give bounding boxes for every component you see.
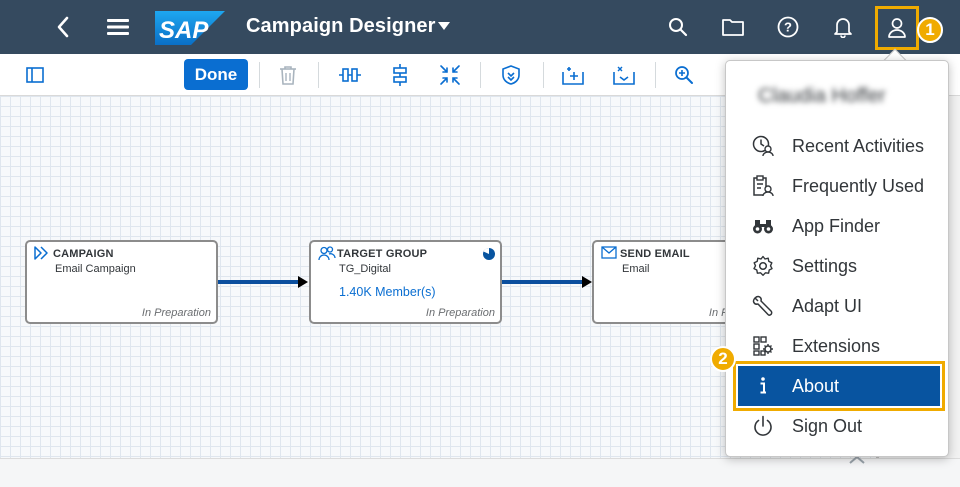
delete-icon[interactable]	[277, 54, 299, 96]
recent-activities-icon	[748, 126, 778, 166]
envelope-icon	[601, 246, 617, 264]
target-group-icon	[318, 246, 336, 266]
zoom-in-icon[interactable]	[672, 54, 696, 96]
extensions-icon	[748, 326, 778, 366]
inbox-icon[interactable]	[612, 54, 636, 96]
node-status: In Preparation	[425, 307, 495, 319]
menu-item-extensions[interactable]: Extensions	[738, 326, 940, 366]
menu-item-frequently-used[interactable]: Frequently Used	[738, 166, 940, 206]
search-icon[interactable]	[666, 0, 690, 54]
toolbar-separator	[480, 62, 481, 88]
step-badge-1: 1	[917, 17, 943, 43]
menu-item-adapt-ui[interactable]: Adapt UI	[738, 286, 940, 326]
svg-text:SAP: SAP	[159, 17, 209, 44]
toolbar-separator	[543, 62, 544, 88]
menu-item-recent-activities[interactable]: Recent Activities	[738, 126, 940, 166]
campaign-node[interactable]: CAMPAIGN Email Campaign In Preparation	[25, 240, 218, 324]
binoculars-icon	[748, 206, 778, 246]
app-title[interactable]: Campaign Designer	[246, 15, 436, 38]
menu-item-app-finder[interactable]: App Finder	[738, 206, 940, 246]
menu-item-label: Sign Out	[792, 415, 863, 436]
shield-check-icon[interactable]	[500, 54, 522, 96]
menu-item-label: Recent Activities	[792, 135, 925, 156]
side-panel-icon[interactable]	[24, 54, 46, 96]
menu-item-label: App Finder	[792, 215, 881, 236]
title-dropdown-icon[interactable]	[438, 22, 450, 30]
menu-item-label: About	[792, 375, 840, 396]
toolbar-separator	[655, 62, 656, 88]
node-title: SEND EMAIL	[620, 248, 690, 260]
align-horizontal-icon[interactable]	[338, 54, 362, 96]
connector-line	[502, 280, 582, 284]
node-subtitle: Email	[622, 263, 650, 275]
menu-item-sign-out[interactable]: Sign Out	[738, 406, 940, 446]
target-group-node[interactable]: TARGET GROUP TG_Digital 1.40K Member(s) …	[309, 240, 502, 324]
menu-item-label: Settings	[792, 255, 858, 276]
node-title: CAMPAIGN	[53, 248, 114, 260]
add-step-icon[interactable]	[561, 54, 585, 96]
connector-line	[218, 280, 300, 284]
node-subtitle: Email Campaign	[55, 263, 136, 275]
campaign-icon	[34, 246, 50, 265]
footer-bar	[0, 458, 960, 487]
app-window: SAP Campaign Designer ? 1 Done CAMPAIGN …	[0, 0, 960, 487]
user-name: Claudia Hoffer	[758, 85, 886, 107]
info-icon	[748, 366, 778, 406]
done-button[interactable]: Done	[184, 59, 248, 90]
user-menu-button[interactable]	[875, 6, 919, 50]
frequently-used-icon	[748, 166, 778, 206]
gear-icon	[748, 246, 778, 286]
menu-item-label: Extensions	[792, 335, 881, 356]
collapse-icon[interactable]	[438, 54, 462, 96]
connector-arrow	[582, 276, 592, 288]
toolbar-separator	[318, 62, 319, 88]
user-action-menu: Claudia Hoffer Recent Activities Frequen…	[725, 60, 949, 457]
wrench-icon	[748, 286, 778, 326]
menu-item-label: Adapt UI	[792, 295, 863, 316]
connector-arrow	[298, 276, 308, 288]
svg-text:?: ?	[784, 20, 792, 35]
power-icon	[748, 406, 778, 446]
menu-icon[interactable]	[104, 0, 132, 54]
menu-item-about[interactable]: About	[733, 361, 945, 411]
node-subtitle: TG_Digital	[339, 263, 391, 275]
step-badge-2: 2	[710, 346, 736, 372]
menu-item-label: Frequently Used	[792, 175, 925, 196]
folder-icon[interactable]	[720, 0, 746, 54]
bell-icon[interactable]	[830, 0, 856, 54]
pie-progress-icon	[482, 247, 496, 266]
align-vertical-icon[interactable]	[389, 54, 411, 96]
user-icon	[888, 18, 906, 38]
menu-item-settings[interactable]: Settings	[738, 246, 940, 286]
member-count-link[interactable]: 1.40K Member(s)	[339, 285, 436, 299]
toolbar-separator	[259, 62, 260, 88]
node-title: TARGET GROUP	[337, 248, 428, 260]
node-status: In Preparation	[141, 307, 211, 319]
help-icon[interactable]: ?	[775, 0, 801, 54]
sap-logo: SAP	[155, 11, 225, 45]
back-icon[interactable]	[48, 0, 78, 54]
shell-bar: SAP Campaign Designer ? 1	[0, 0, 960, 54]
